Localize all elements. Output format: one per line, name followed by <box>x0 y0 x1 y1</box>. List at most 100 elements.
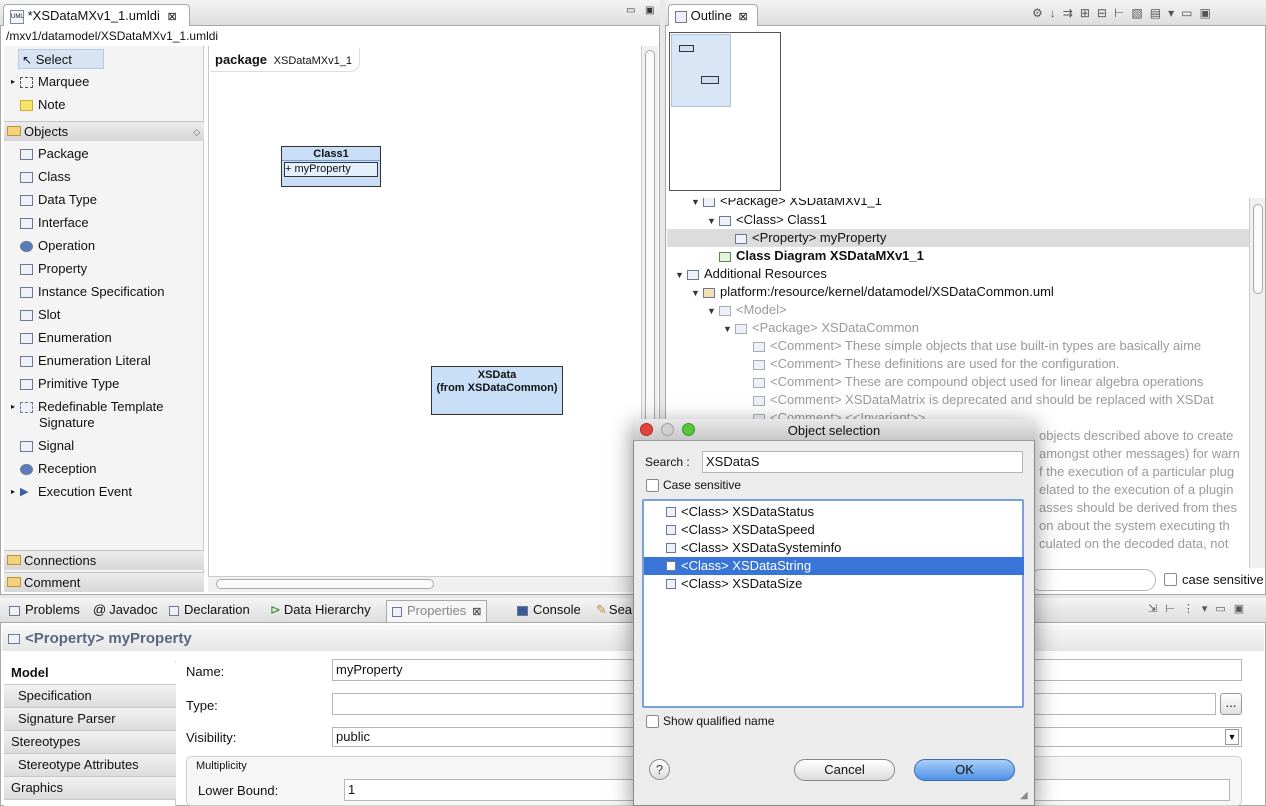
collapse-all-icon[interactable]: ⊟ <box>1097 6 1114 20</box>
resize-grip-icon[interactable]: ◢ <box>1020 790 1028 801</box>
pin-icon[interactable]: ◇ <box>193 122 200 142</box>
tab-console[interactable]: Console <box>512 600 586 622</box>
palette-signal[interactable]: Signal <box>20 436 74 456</box>
tree-icon[interactable]: ⊢ <box>1114 6 1131 20</box>
filter-icon[interactable]: ⚙ <box>1032 6 1050 20</box>
list-item-selected[interactable]: <Class> XSDataString <box>644 557 1024 575</box>
properties-tab-signature-parser[interactable]: Signature Parser <box>4 708 176 731</box>
palette-interface[interactable]: Interface <box>20 213 89 233</box>
palette-data-type[interactable]: Data Type <box>20 190 97 210</box>
palette-select-tool[interactable]: ↖ Select <box>18 49 104 69</box>
tree-row-package[interactable]: ▼ <Package> XSDataMXv1_1 <box>691 198 882 210</box>
xsdata-from: (from XSDataCommon) <box>436 382 558 394</box>
visibility-label: Visibility: <box>186 730 237 745</box>
editor-tab[interactable]: UML *XSDataMXv1_1.umldi ⊠ <box>3 4 190 26</box>
list-item[interactable]: <Class> XSDataSysteminfo <box>644 539 1024 557</box>
tree-row-class1[interactable]: ▼ <Class> Class1 <box>707 211 827 229</box>
tree-row-comment[interactable]: <Comment> These simple objects that use … <box>753 337 1201 355</box>
connections-drawer[interactable]: Connections <box>4 550 204 570</box>
help-button[interactable]: ? <box>649 759 670 780</box>
close-icon[interactable]: ⊠ <box>472 606 481 618</box>
tab-properties[interactable]: Properties ⊠ <box>386 600 488 622</box>
scroll-thumb[interactable] <box>216 579 434 589</box>
tab-javadoc[interactable]: @ Javadoc <box>88 600 163 622</box>
scroll-thumb[interactable] <box>1253 204 1263 294</box>
hide-fields-icon[interactable]: ⇉ <box>1063 6 1080 20</box>
outline-vertical-scrollbar[interactable] <box>1249 198 1265 568</box>
tab-data-hierarchy[interactable]: ⊳ Data Hierarchy <box>265 600 376 622</box>
palette-execution-event[interactable]: ▸ ▶ Execution Event <box>11 482 132 502</box>
maximize-icon[interactable]: ▣ <box>645 5 654 16</box>
palette-package[interactable]: Package <box>20 144 89 164</box>
class1-property[interactable]: + myProperty <box>284 162 378 177</box>
view-menu-icon[interactable]: ▾ <box>1202 603 1216 615</box>
view-menu-icon[interactable]: ▾ <box>1168 6 1181 20</box>
palette-instance-specification[interactable]: Instance Specification <box>20 282 164 302</box>
xsdata-shape[interactable]: XSData (from XSDataCommon) <box>431 366 563 415</box>
tab-problems[interactable]: Problems <box>4 600 85 622</box>
show-qualified-checkbox[interactable] <box>646 715 659 728</box>
list-item[interactable]: <Class> XSDataStatus <box>644 503 1024 521</box>
tab-search[interactable]: ✎ Sea <box>591 600 637 622</box>
properties-tab-stereotypes[interactable]: Stereotypes <box>4 731 176 754</box>
tree-row-model[interactable]: ▼ <Model> <box>707 301 787 319</box>
tree-row-property[interactable]: <Property> myProperty <box>667 229 1249 247</box>
expand-all-icon[interactable]: ⊞ <box>1080 6 1097 20</box>
palette-property[interactable]: Property <box>20 259 87 279</box>
outline-tab[interactable]: Outline ⊠ <box>668 4 758 26</box>
properties-tab-stereotype-attributes[interactable]: Stereotype Attributes <box>4 754 176 777</box>
comment-drawer[interactable]: Comment <box>4 572 204 592</box>
dropdown-arrow-icon[interactable]: ▼ <box>1225 729 1239 745</box>
tree-row-resource-uri[interactable]: ▼ platform:/resource/kernel/datamodel/XSD… <box>691 283 1054 301</box>
tree-row-comment[interactable]: <Comment> These definitions are used for… <box>753 355 1120 373</box>
hierarchy-icon: ⊳ <box>270 602 281 617</box>
list-item[interactable]: <Class> XSDataSize <box>644 575 1024 593</box>
palette-enumeration-literal[interactable]: Enumeration Literal <box>20 351 151 371</box>
palette-primitive-type[interactable]: Primitive Type <box>20 374 119 394</box>
properties-tab-model[interactable]: Model <box>4 662 176 685</box>
objects-drawer[interactable]: Objects ◇ <box>4 121 204 141</box>
minimize-icon[interactable]: ▭ <box>1215 603 1233 615</box>
palette-reception[interactable]: Reception <box>20 459 97 479</box>
canvas-horizontal-scrollbar[interactable] <box>208 576 641 592</box>
properties-tab-graphics[interactable]: Graphics <box>4 777 176 800</box>
palette-enumeration[interactable]: Enumeration <box>20 328 112 348</box>
close-icon[interactable]: ⊠ <box>738 11 747 23</box>
tree-row-package-common[interactable]: ▼ <Package> XSDataCommon <box>723 319 919 337</box>
tree-row-comment[interactable]: <Comment> These are compound object used… <box>753 373 1203 391</box>
tree-row-class-diagram[interactable]: Class Diagram XSDataMXv1_1 <box>719 247 924 265</box>
palette-note-tool[interactable]: Note <box>20 95 65 115</box>
maximize-icon[interactable]: ▣ <box>1234 603 1252 615</box>
results-list[interactable]: <Class> XSDataStatus <Class> XSDataSpeed… <box>642 499 1024 708</box>
search-input[interactable]: XSDataS <box>702 451 1023 473</box>
palette-slot[interactable]: Slot <box>20 305 60 325</box>
case-sensitive-checkbox[interactable] <box>646 479 659 492</box>
palette-class[interactable]: Class <box>20 167 71 187</box>
close-icon[interactable]: ⊠ <box>167 11 176 23</box>
cancel-button[interactable]: Cancel <box>794 759 895 781</box>
pin-view-icon[interactable]: ⇲ <box>1148 603 1165 615</box>
minimize-icon[interactable]: ▭ <box>1181 6 1199 20</box>
class1-shape[interactable]: Class1 + myProperty <box>281 146 381 187</box>
outline-case-sensitive-checkbox[interactable] <box>1164 573 1177 586</box>
toolbar-icon[interactable]: ⊢ <box>1165 603 1183 615</box>
diagram-overview-icon[interactable]: ▧ <box>1131 6 1149 20</box>
outline-overview[interactable] <box>669 32 781 191</box>
minimize-icon[interactable]: ▭ <box>626 5 635 16</box>
palette-marquee-tool[interactable]: ▸ Marquee <box>11 72 89 92</box>
type-browse-button[interactable]: ... <box>1220 693 1242 715</box>
tree-row-comment[interactable]: <Comment> XSDataMatrix is deprecated and… <box>753 391 1214 409</box>
ok-button[interactable]: OK <box>914 759 1015 781</box>
template-icon <box>20 402 33 414</box>
tree-row-additional-resources[interactable]: ▼ Additional Resources <box>675 265 827 283</box>
outline-filter-input[interactable] <box>1030 569 1156 591</box>
tab-declaration[interactable]: Declaration <box>164 600 255 622</box>
diagram-canvas[interactable] <box>208 46 641 576</box>
properties-tab-specification[interactable]: Specification <box>4 685 176 708</box>
sort-az-icon[interactable]: ↓ <box>1050 6 1063 20</box>
outline-mode-icon[interactable]: ▤ <box>1150 6 1168 20</box>
maximize-icon[interactable]: ▣ <box>1199 6 1217 20</box>
palette-operation[interactable]: Operation <box>20 236 95 256</box>
list-item[interactable]: <Class> XSDataSpeed <box>644 521 1024 539</box>
toolbar-icon[interactable]: ⋮ <box>1183 603 1202 615</box>
